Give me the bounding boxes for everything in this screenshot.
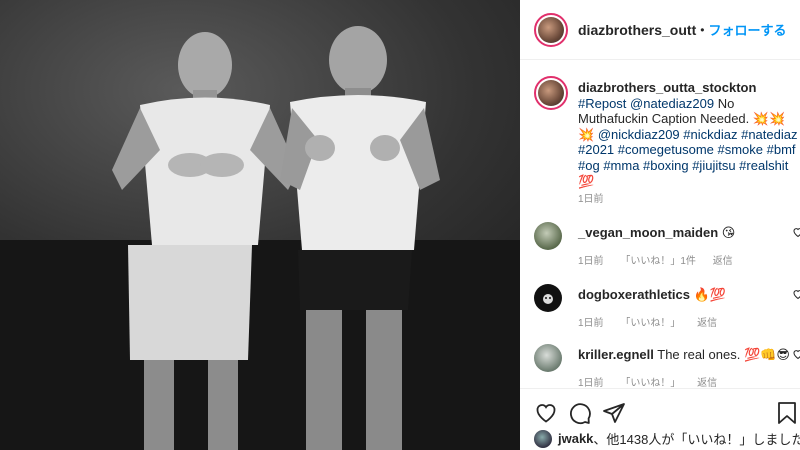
caption-plain-text: 💯 (578, 173, 595, 189)
caption-username[interactable]: diazbrothers_outta_stockton (578, 80, 756, 95)
liker-username[interactable]: jwakk (558, 431, 593, 446)
comment-meta: 1日前 「いいね！」 返信 (578, 374, 731, 389)
heart-icon[interactable] (792, 288, 800, 300)
comment-likes[interactable]: 「いいね！」1件 (620, 256, 696, 267)
caption-hashtag-link[interactable]: @nickdiaz209 (598, 127, 680, 142)
header-separator: • (700, 22, 705, 37)
comment-meta: 1日前 「いいね！」 返信 (578, 314, 731, 329)
caption-hashtag-link[interactable]: #mma (600, 158, 639, 173)
comment-avatar[interactable] (534, 344, 562, 372)
caption-hashtag-link[interactable]: @natediaz209 (626, 96, 714, 111)
caption-hashtag-link[interactable]: #Repost (578, 96, 626, 111)
share-send-icon[interactable] (602, 401, 626, 425)
post-actions: jwakk 、他1438人が「いいね！」しました (520, 388, 800, 450)
comment-text: _vegan_moon_maiden 😘 (578, 225, 736, 240)
follow-button[interactable]: フォローする (708, 20, 786, 39)
post-side-panel: diazbrothers_outt • フォローする diazbrothers_… (520, 0, 800, 450)
right-person-figure (280, 26, 440, 450)
comment-meta: 1日前 「いいね！」1件 返信 (578, 252, 747, 267)
comment-username[interactable]: _vegan_moon_maiden (578, 225, 718, 240)
comment-username[interactable]: kriller.egnell (578, 347, 654, 362)
reply-button[interactable]: 返信 (713, 256, 733, 267)
caption-hashtag-link[interactable]: #nickdiaz (680, 127, 737, 142)
caption-text: diazbrothers_outta_stockton #Repost @nat… (578, 80, 800, 189)
liker-avatar[interactable] (534, 429, 552, 448)
comment-time[interactable]: 1日前 (578, 318, 604, 329)
caption-hashtag-link[interactable]: #boxing (639, 158, 689, 173)
caption-hashtag-link[interactable]: #2021 (578, 142, 614, 157)
comment-username[interactable]: dogboxerathletics (578, 287, 690, 302)
caption-avatar[interactable] (534, 76, 568, 110)
caption-hashtag-link[interactable]: #smoke (714, 142, 764, 157)
author-avatar[interactable] (534, 12, 568, 47)
caption-hashtag-link[interactable]: #og (578, 158, 600, 173)
likes-count-text[interactable]: 、他1438人が「いいね！」しました (593, 429, 800, 448)
comment-text: kriller.egnell The real ones. 💯👊😎 (578, 347, 790, 362)
comment-text: dogboxerathletics 🔥💯 (578, 287, 726, 302)
comment-avatar[interactable] (534, 284, 562, 312)
comment-avatar[interactable] (534, 222, 562, 250)
caption-hashtag-link[interactable]: #bmf (763, 142, 796, 157)
caption-hashtag-link[interactable]: #realshit (736, 158, 788, 173)
caption-hashtag-link[interactable]: #jiujitsu (689, 158, 735, 173)
likes-summary: jwakk 、他1438人が「いいね！」しました (534, 429, 800, 448)
caption-time[interactable]: 1日前 (578, 190, 604, 205)
photo-figures (112, 26, 440, 450)
reply-button[interactable]: 返信 (697, 318, 717, 329)
caption-hashtag-link[interactable]: #comegetusome (614, 142, 714, 157)
caption-hashtag-link[interactable]: #natediaz (737, 127, 797, 142)
comment-bubble-icon[interactable] (568, 401, 592, 425)
bookmark-icon[interactable] (776, 401, 798, 425)
comment-likes[interactable]: 「いいね！」 (620, 318, 680, 329)
like-heart-icon[interactable] (534, 401, 558, 425)
heart-icon[interactable] (792, 226, 800, 238)
comment-time[interactable]: 1日前 (578, 256, 604, 267)
post-photo (0, 0, 520, 450)
left-person-figure (112, 32, 298, 450)
heart-icon[interactable] (792, 348, 800, 360)
dog-logo-icon (543, 294, 553, 304)
post-header: diazbrothers_outt • フォローする (520, 0, 800, 60)
author-username[interactable]: diazbrothers_outt (578, 22, 696, 38)
